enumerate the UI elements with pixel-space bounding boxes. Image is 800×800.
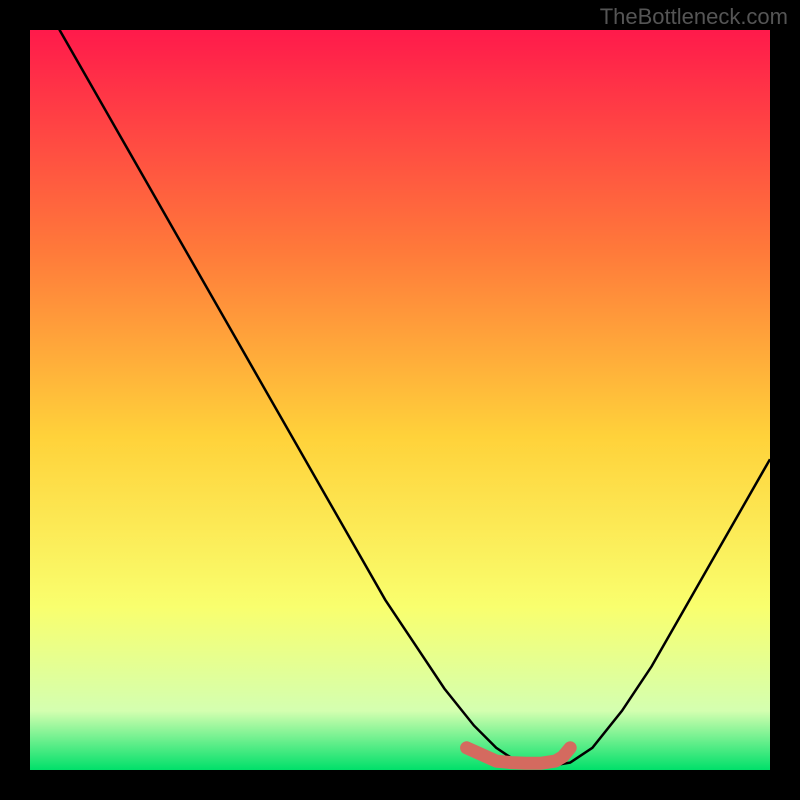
highlight-dot	[461, 742, 473, 754]
chart-container: TheBottleneck.com	[0, 0, 800, 800]
plot-area	[30, 30, 770, 770]
chart-svg	[30, 30, 770, 770]
watermark: TheBottleneck.com	[600, 4, 788, 30]
gradient-bg	[30, 30, 770, 770]
